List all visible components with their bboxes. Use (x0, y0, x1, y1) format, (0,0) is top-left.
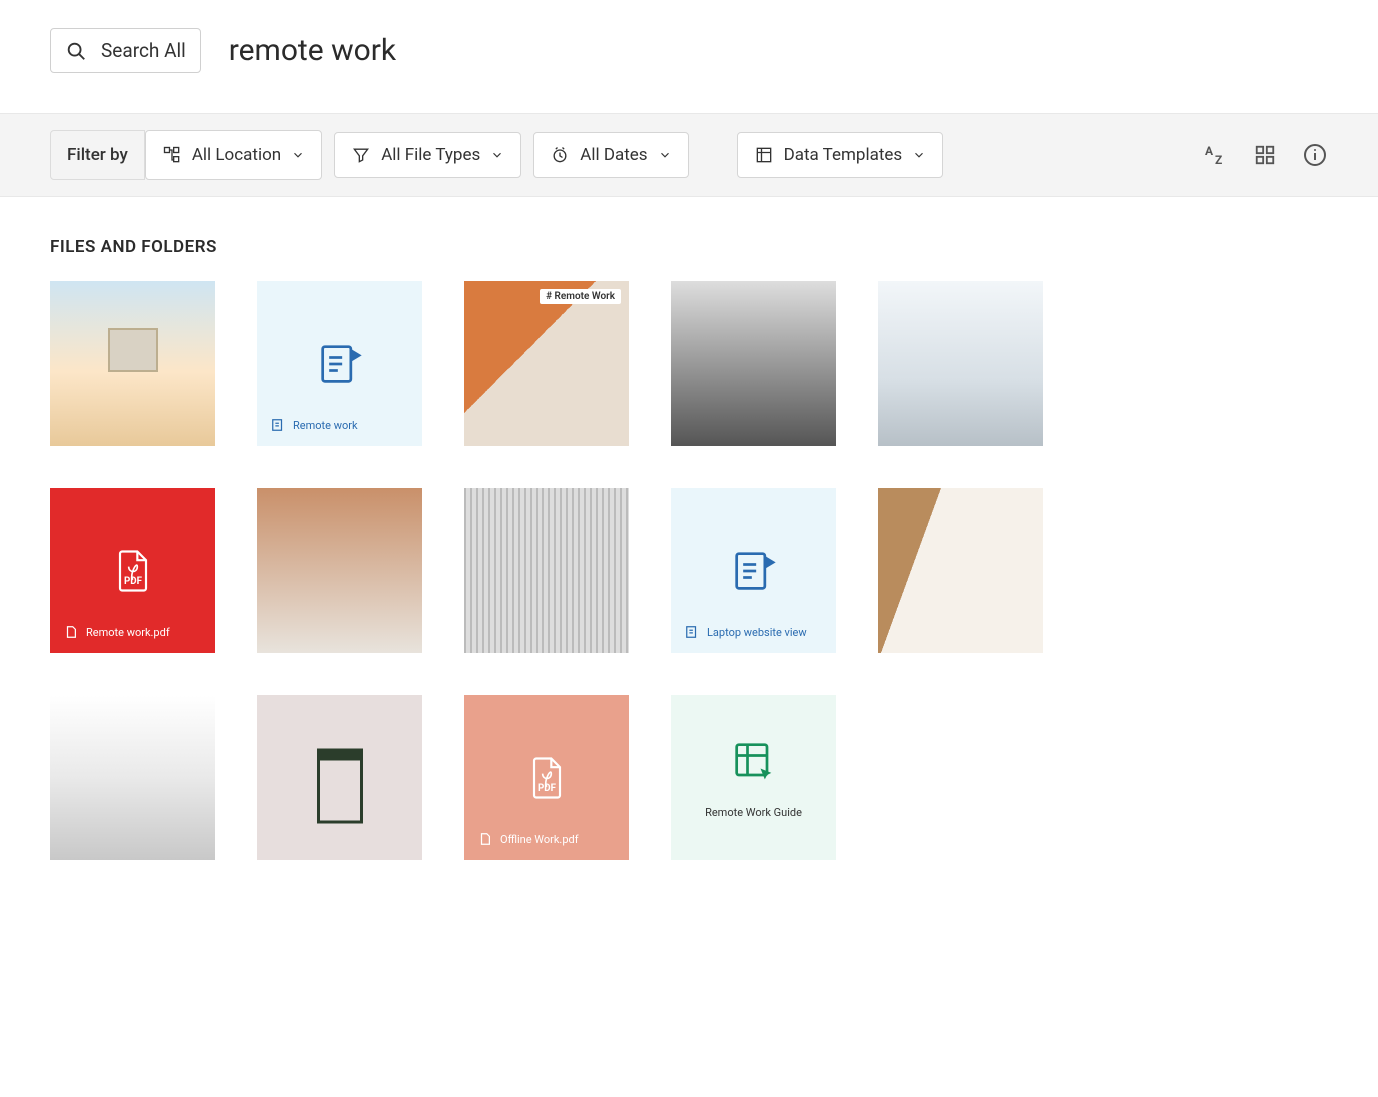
sort-button[interactable]: AZ (1202, 142, 1228, 168)
filter-dates-label: All Dates (580, 145, 647, 165)
file-small-icon (64, 625, 78, 639)
svg-text:A: A (1205, 144, 1214, 158)
tile-image-meeting[interactable] (257, 488, 422, 653)
document-small-icon (271, 418, 285, 432)
search-query-text: remote work (229, 33, 396, 68)
tile-label: Remote Work Guide (705, 806, 802, 819)
filter-location-dropdown[interactable]: All Location (145, 130, 322, 180)
pdf-icon: PDF (521, 752, 573, 804)
tile-image-beach-tower[interactable] (50, 281, 215, 446)
tile-image-man-laptop[interactable] (671, 281, 836, 446)
chevron-down-icon (490, 148, 504, 162)
section-title: FILES AND FOLDERS (50, 237, 1328, 257)
tile-guide-remote-work[interactable]: Remote Work Guide (671, 695, 836, 860)
tile-image-whiteboard[interactable] (878, 488, 1043, 653)
filter-filetypes-dropdown[interactable]: All File Types (334, 132, 521, 178)
tile-pdf-offline-work[interactable]: PDF Offline Work.pdf (464, 695, 629, 860)
header-bar: Search All remote work (0, 0, 1378, 113)
pdf-icon: PDF (107, 545, 159, 597)
results-grid: Remote work # Remote Work PDF Remote wor… (50, 281, 1328, 860)
tile-tag-badge: # Remote Work (540, 289, 621, 304)
file-small-icon (478, 832, 492, 846)
chevron-down-icon (912, 148, 926, 162)
search-scope-label: Search All (101, 39, 186, 62)
filter-dates-dropdown[interactable]: All Dates (533, 132, 688, 178)
tile-label: Remote work (293, 419, 358, 432)
svg-text:Z: Z (1215, 153, 1222, 167)
document-small-icon (685, 625, 699, 639)
results-section: FILES AND FOLDERS Remote work # Remote W… (0, 197, 1378, 900)
svg-text:PDF: PDF (538, 783, 557, 794)
tile-image-city-bw[interactable] (50, 695, 215, 860)
document-icon (728, 545, 780, 597)
tile-label: Offline Work.pdf (500, 833, 579, 846)
chevron-down-icon (291, 148, 305, 162)
filter-templates-label: Data Templates (784, 145, 903, 165)
svg-text:PDF: PDF (124, 576, 143, 587)
filter-filetypes-label: All File Types (381, 145, 480, 165)
tile-doc-remote-work[interactable]: Remote work (257, 281, 422, 446)
tile-image-chair[interactable] (257, 695, 422, 860)
info-button[interactable] (1302, 142, 1328, 168)
filter-group-location: Filter by All Location (50, 130, 322, 180)
table-cursor-icon (728, 736, 780, 788)
filter-templates-dropdown[interactable]: Data Templates (737, 132, 944, 178)
filter-by-label: Filter by (50, 130, 145, 180)
sort-az-icon: AZ (1203, 143, 1227, 167)
tile-label: Remote work.pdf (86, 626, 170, 639)
grid-icon (1254, 144, 1276, 166)
grid-view-button[interactable] (1252, 142, 1278, 168)
clock-icon (550, 145, 570, 165)
search-icon (65, 40, 87, 62)
tile-image-woman-desk[interactable]: # Remote Work (464, 281, 629, 446)
template-icon (754, 145, 774, 165)
info-icon (1303, 143, 1327, 167)
tile-image-glass-building[interactable] (464, 488, 629, 653)
tile-doc-laptop-view[interactable]: Laptop website view (671, 488, 836, 653)
filter-location-label: All Location (192, 145, 281, 165)
document-icon (314, 338, 366, 390)
tile-image-city-fog[interactable] (878, 281, 1043, 446)
funnel-icon (351, 145, 371, 165)
filter-bar: Filter by All Location All File Types Al… (0, 113, 1378, 197)
tile-label: Laptop website view (707, 626, 807, 639)
search-scope-dropdown[interactable]: Search All (50, 28, 201, 73)
chevron-down-icon (658, 148, 672, 162)
view-toolbar: AZ (1202, 142, 1328, 168)
tile-pdf-remote-work[interactable]: PDF Remote work.pdf (50, 488, 215, 653)
tree-icon (162, 145, 182, 165)
